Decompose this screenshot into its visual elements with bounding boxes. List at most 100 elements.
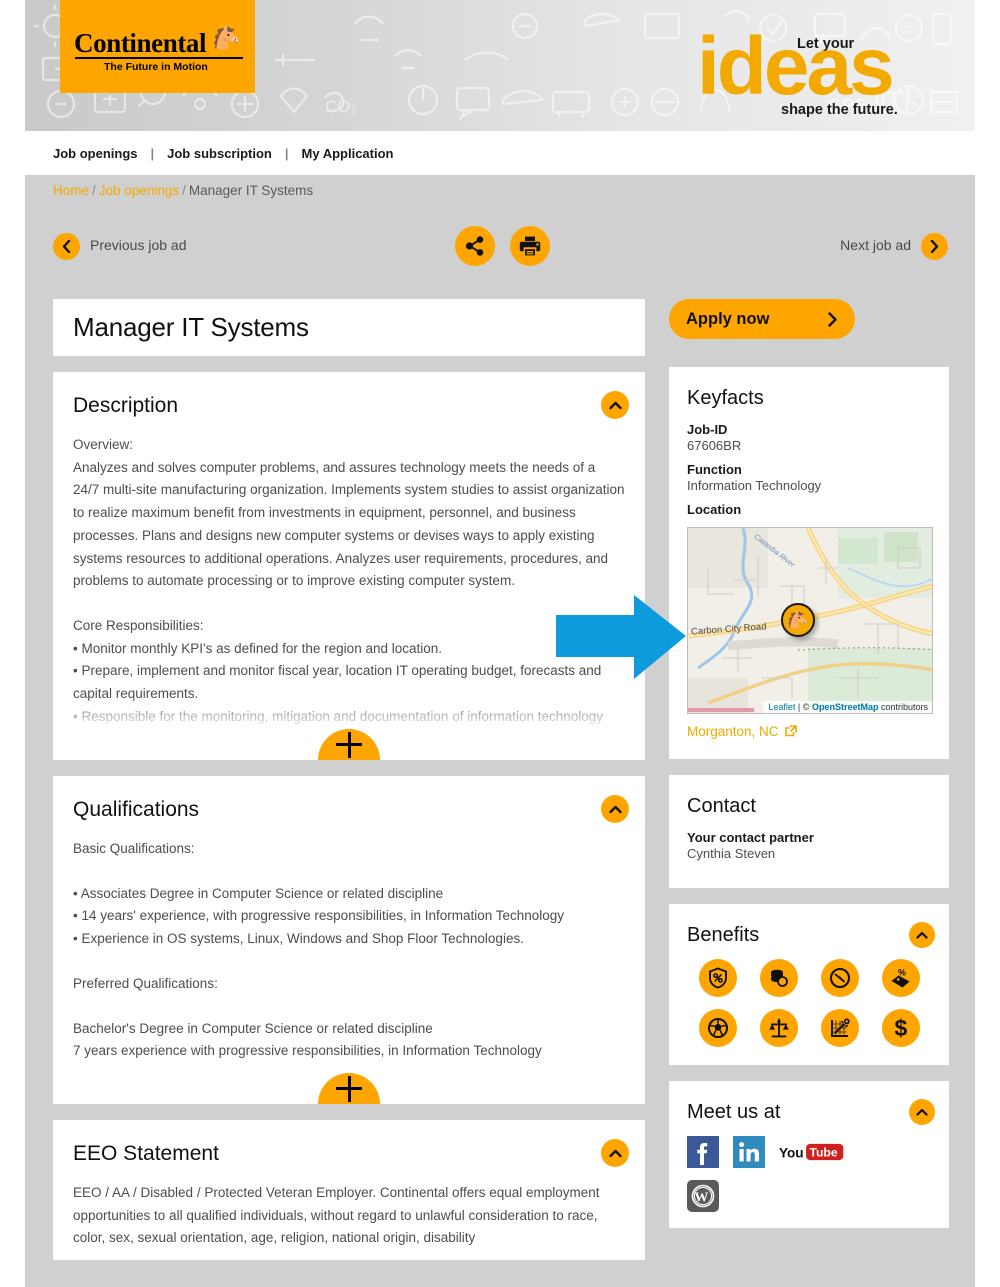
benefits-card: Benefits % $: [669, 904, 949, 1065]
breadcrumb-job-openings[interactable]: Job openings: [99, 183, 179, 198]
print-button[interactable]: [510, 226, 550, 266]
sidebar: Apply now Keyfacts Job-ID 67606BR Functi…: [669, 299, 949, 1244]
chevron-left-icon: [62, 240, 71, 253]
breadcrumb: Home / Job openings / Manager IT Systems: [53, 183, 313, 198]
print-icon: [519, 236, 541, 256]
qual-line-experience: • 14 years' experience, with progressive…: [73, 908, 565, 924]
previous-job-button[interactable]: [53, 233, 80, 260]
main-navigation: Job openings | Job subscription | My App…: [25, 131, 975, 175]
nav-separator: |: [150, 145, 155, 161]
chevron-up-icon: [608, 1149, 622, 1157]
social-links-row-1: You Tube: [687, 1136, 931, 1168]
map-attribution-osm[interactable]: OpenStreetMap: [812, 702, 879, 712]
expand-qualifications-button[interactable]: [318, 1073, 380, 1104]
section-body-eeo: EEO / AA / Disabled / Protected Veteran …: [73, 1182, 625, 1250]
wordpress-icon[interactable]: W: [687, 1180, 719, 1212]
expand-description-button[interactable]: [318, 729, 380, 760]
collapse-benefits-button[interactable]: [909, 922, 935, 948]
nav-item-job-openings[interactable]: Job openings: [53, 146, 138, 161]
continental-logo[interactable]: Continental 🐴 The Future in Motion: [60, 0, 255, 93]
continental-map-marker-icon[interactable]: 🐴: [781, 603, 815, 637]
linkedin-icon[interactable]: [733, 1136, 765, 1168]
ideas-campaign-logo: Let your ideas shape the future.: [697, 14, 937, 122]
keyfacts-card: Keyfacts Job-ID 67606BR Function Informa…: [669, 367, 949, 759]
soccer-ball-icon[interactable]: [698, 1009, 737, 1047]
apply-now-label: Apply now: [686, 309, 770, 328]
location-link-label: Morganton, NC: [687, 724, 779, 739]
job-navigation-bar: Previous job ad Next job ad: [25, 226, 975, 281]
location-link[interactable]: Morganton, NC: [687, 724, 798, 739]
desc-line-core-heading: Core Responsibilities:: [73, 617, 204, 633]
keyfacts-heading: Keyfacts: [687, 387, 764, 409]
section-heading-eeo: EEO Statement: [73, 1142, 219, 1165]
map-attribution-leaflet[interactable]: Leaflet: [768, 702, 795, 712]
apply-now-button[interactable]: Apply now: [669, 299, 855, 339]
next-job-label[interactable]: Next job ad: [840, 237, 911, 253]
logo-underline: [75, 57, 243, 59]
content-area: Home / Job openings / Manager IT Systems Pre…: [25, 175, 975, 1287]
dollar-sign-icon[interactable]: $: [881, 1009, 920, 1047]
previous-job-label[interactable]: Previous job ad: [90, 237, 187, 253]
qual-line-degree: • Associates Degree in Computer Science …: [73, 885, 444, 901]
keyfact-label-job-id: Job-ID: [687, 422, 728, 437]
section-qualifications: Qualifications Basic Qualifications: • A…: [53, 776, 645, 1104]
map-attribution-tail: contributors: [880, 702, 928, 712]
collapse-eeo-button[interactable]: [601, 1139, 629, 1167]
scales-balance-icon[interactable]: [759, 1009, 798, 1047]
breadcrumb-home[interactable]: Home: [53, 183, 89, 198]
map-attribution-copyright: ©: [802, 702, 810, 712]
collapse-meet-us-button[interactable]: [909, 1099, 935, 1125]
section-body-qualifications: Basic Qualifications: • Associates Degre…: [73, 838, 625, 1063]
chart-growth-plus-icon[interactable]: [820, 1009, 859, 1047]
price-tag-percent-icon[interactable]: %: [881, 959, 920, 997]
chevron-up-icon: [608, 805, 622, 813]
svg-text:CO₂: CO₂: [325, 97, 357, 116]
keyfact-value-job-id: 67606BR: [687, 438, 742, 453]
facebook-icon[interactable]: [687, 1136, 719, 1168]
qual-line-bachelors: Bachelor's Degree in Computer Science or…: [73, 1020, 433, 1036]
coins-icon[interactable]: [759, 959, 798, 997]
keyfact-value-function: Information Technology: [687, 478, 822, 493]
contact-card: Contact Your contact partner Cynthia Ste…: [669, 775, 949, 888]
main-column: Manager IT Systems Description Overview:…: [53, 299, 645, 1276]
page-root: CO₂ 50 GPS Continental 🐴 The Future in M…: [0, 0, 1000, 1287]
svg-text:W: W: [694, 1191, 708, 1206]
shield-percent-icon[interactable]: [698, 959, 737, 997]
youtube-tube-label: Tube: [809, 1146, 837, 1160]
keyfact-label-location: Location: [687, 502, 742, 517]
collapse-qualifications-button[interactable]: [601, 795, 629, 823]
social-links-row-2: W: [687, 1180, 931, 1212]
eeo-statement-text: EEO / AA / Disabled / Protected Veteran …: [73, 1185, 600, 1246]
section-heading-description: Description: [73, 394, 179, 417]
next-job-button[interactable]: [921, 233, 948, 260]
youtube-icon[interactable]: You Tube: [779, 1139, 844, 1165]
page-title: Manager IT Systems: [73, 312, 309, 342]
external-link-icon: [785, 725, 798, 737]
benefits-icon-grid: % $: [687, 959, 931, 1047]
chevron-up-icon: [916, 1108, 928, 1116]
clock-icon[interactable]: [820, 959, 859, 997]
breadcrumb-current: Manager IT Systems: [188, 183, 314, 198]
share-icon: [465, 236, 484, 256]
horse-logo-icon: 🐴: [212, 24, 241, 50]
contact-partner-label: Your contact partner: [687, 830, 814, 845]
section-description: Description Overview: Analyzes and solve…: [53, 372, 645, 760]
chevron-right-icon: [930, 240, 939, 253]
map-attribution: Leaflet | © OpenStreetMap contributors: [763, 701, 932, 713]
desc-line-budget: • Prepare, implement and monitor fiscal …: [73, 663, 602, 702]
location-map[interactable]: Catawba River Carbon City Road 🐴 Leaflet…: [687, 527, 933, 714]
youtube-you-label: You: [779, 1145, 804, 1160]
nav-item-my-application[interactable]: My Application: [302, 146, 394, 161]
chevron-up-icon: [916, 931, 928, 939]
collapse-description-button[interactable]: [601, 391, 629, 419]
site-header: CO₂ 50 GPS Continental 🐴 The Future in M…: [25, 0, 975, 131]
share-button[interactable]: [455, 226, 495, 266]
nav-item-job-subscription[interactable]: Job subscription: [167, 146, 272, 161]
breadcrumb-separator: /: [92, 183, 96, 198]
logo-tagline: The Future in Motion: [104, 61, 208, 73]
desc-line-overview: Overview:: [73, 437, 134, 452]
